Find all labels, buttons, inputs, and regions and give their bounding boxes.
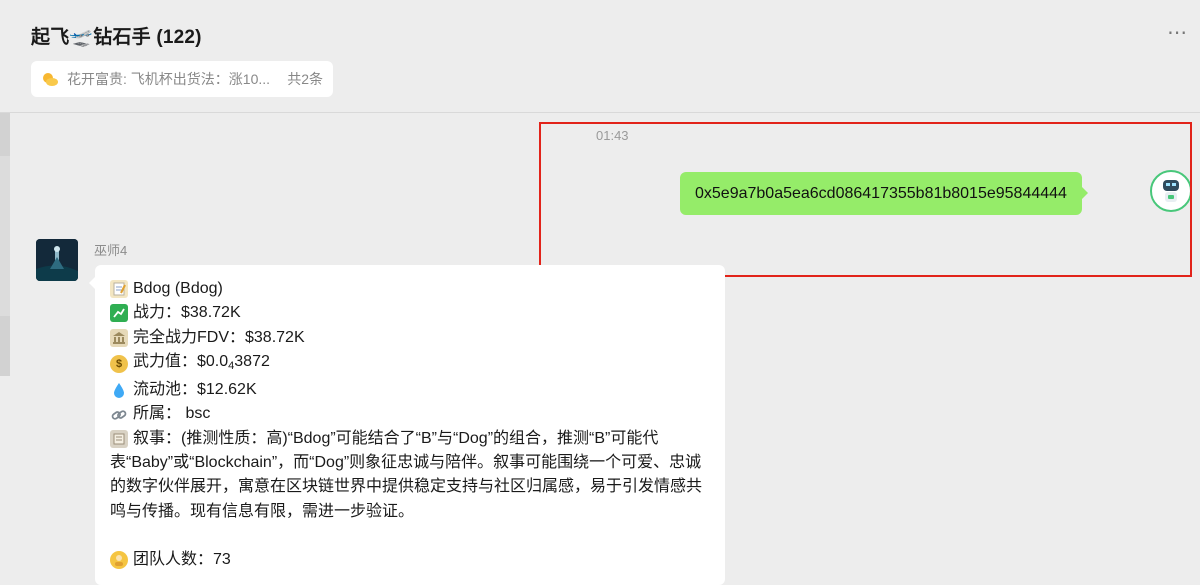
liquidity-pool: 流动池：$12.62K xyxy=(133,381,257,399)
money-bag-icon: $ xyxy=(110,355,128,374)
left-strip-segment xyxy=(0,316,10,376)
chain-name: 所属： bsc xyxy=(133,405,211,423)
bank-icon xyxy=(110,328,128,347)
message-line: 战力：$38.72K xyxy=(110,301,710,325)
combat-power: 战力：$38.72K xyxy=(133,304,241,322)
person-icon xyxy=(110,551,128,570)
scroll-icon xyxy=(110,429,128,448)
narrative-text: 叙事：(推测性质：高)“Bdog”可能结合了“B”与“Dog”的组合，推测“B”… xyxy=(110,429,703,520)
pinned-message-text: 花开富贵: 飞机杯出货法：涨10... xyxy=(67,71,271,87)
chart-icon xyxy=(110,304,128,323)
message-line: 完全战力FDV：$38.72K xyxy=(110,326,710,350)
highlight-box xyxy=(539,122,1192,277)
chat-header: 起飞🛫钻石手 (122) ⋯ 花开富贵: 飞机杯出货法：涨10... 共2条 xyxy=(0,0,1200,113)
narrative-paragraph: 叙事：(推测性质：高)“Bdog”可能结合了“B”与“Dog”的组合，推测“B”… xyxy=(110,427,710,524)
sender-name: 巫师4 xyxy=(94,243,128,258)
sun-cloud-icon xyxy=(41,71,59,87)
memo-icon xyxy=(110,280,128,299)
message-line: $ 武力值：$0.043872 xyxy=(110,350,710,378)
received-message-bubble[interactable]: Bdog (Bdog) 战力：$38.72K 完全战力FDV：$38.72K $… xyxy=(89,265,725,585)
droplet-icon xyxy=(110,381,128,399)
fdv-value: 完全战力FDV：$38.72K xyxy=(133,328,305,346)
message-line: 团队人数：73 xyxy=(110,548,710,572)
pinned-message-bar[interactable]: 花开富贵: 飞机杯出货法：涨10... 共2条 xyxy=(31,61,333,97)
token-name: Bdog (Bdog) xyxy=(133,280,223,297)
team-size: 团队人数：73 xyxy=(133,550,231,568)
message-line: 流动池：$12.62K xyxy=(110,378,710,402)
pinned-count: 共2条 xyxy=(287,71,323,87)
more-options-icon[interactable]: ⋯ xyxy=(1167,20,1188,45)
force-value: 武力值：$0.043872 xyxy=(133,352,270,372)
message-line: 所属： bsc xyxy=(110,402,710,426)
chat-title: 起飞🛫钻石手 (122) xyxy=(31,27,202,48)
message-line: Bdog (Bdog) xyxy=(110,277,710,301)
sender-avatar[interactable] xyxy=(36,239,78,281)
link-icon xyxy=(110,406,128,424)
